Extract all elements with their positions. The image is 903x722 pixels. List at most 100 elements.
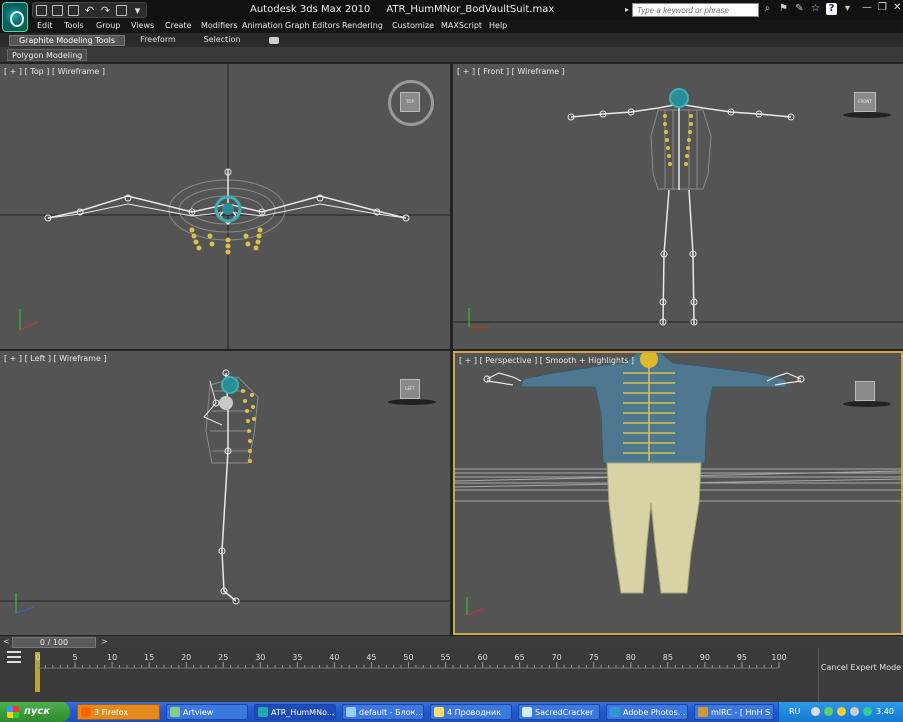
viewcube-left-icon[interactable]: LEFT bbox=[388, 379, 436, 405]
viewcube-top-icon[interactable]: TOP bbox=[388, 80, 434, 126]
task-3dsmax[interactable]: ATR_HumMNo... bbox=[254, 704, 336, 720]
menu-views[interactable]: Views bbox=[131, 21, 154, 30]
star-icon[interactable]: ☆ bbox=[810, 3, 821, 15]
frame-tick-label: 35 bbox=[292, 653, 302, 662]
viewcube-perspective-icon[interactable] bbox=[843, 381, 891, 407]
viewport-perspective[interactable]: [ + ] [ Perspective ] [ Smooth + Highlig… bbox=[453, 351, 903, 635]
tab-selection[interactable]: Selection bbox=[196, 35, 248, 46]
help-chevron-icon[interactable]: ▾ bbox=[842, 3, 853, 15]
time-slider-next-icon[interactable]: > bbox=[101, 637, 108, 646]
frame-tick-label: 100 bbox=[771, 653, 786, 662]
viewcube-front-icon[interactable]: FRONT bbox=[843, 92, 891, 118]
menu-modifiers[interactable]: Modifiers bbox=[201, 21, 238, 30]
viewport-left[interactable]: [ + ] [ Left ] [ Wireframe ] LEFT bbox=[0, 351, 450, 635]
menu-tools[interactable]: Tools bbox=[64, 21, 84, 30]
top-view-scene bbox=[0, 64, 450, 349]
tray-icon-2[interactable] bbox=[824, 707, 833, 716]
save-file-icon[interactable] bbox=[68, 4, 79, 16]
help-icon[interactable]: ? bbox=[826, 3, 837, 15]
panel-polygon-modeling[interactable]: Polygon Modeling bbox=[7, 49, 88, 61]
viewport-front[interactable]: [ + ] [ Front ] [ Wireframe ] FRONT bbox=[453, 64, 903, 349]
menu-maxscript[interactable]: MAXScript bbox=[441, 21, 482, 30]
menu-help[interactable]: Help bbox=[489, 21, 507, 30]
task-artview[interactable]: Artview bbox=[166, 704, 248, 720]
frame-tick-label: 85 bbox=[663, 653, 673, 662]
photoshop-icon bbox=[610, 707, 620, 717]
viewport-label-top[interactable]: [ + ] [ Top ] [ Wireframe ] bbox=[4, 67, 105, 76]
frame-tick-label: 30 bbox=[255, 653, 265, 662]
communication-icon[interactable]: ⚑ bbox=[778, 3, 789, 15]
app-name: Autodesk 3ds Max 2010 bbox=[250, 4, 371, 15]
left-view-buttons bbox=[241, 389, 256, 463]
binoculars-icon[interactable]: ⌕ bbox=[762, 3, 773, 15]
redo-icon[interactable]: ↷ bbox=[100, 5, 111, 16]
ribbon-minimize-toggle-icon[interactable] bbox=[269, 37, 279, 44]
ribbon-panel: Polygon Modeling bbox=[0, 47, 903, 63]
time-slider-thumb[interactable]: 0 / 100 bbox=[12, 637, 96, 648]
firefox-icon bbox=[81, 707, 91, 717]
task-sacredcracker[interactable]: SacredCracker bbox=[518, 704, 600, 720]
axis-tripod-icon bbox=[19, 309, 39, 331]
tools-icon[interactable]: ✎ bbox=[794, 3, 805, 15]
axis-tripod-icon bbox=[15, 593, 35, 614]
close-button[interactable]: ✕ bbox=[893, 2, 901, 13]
trackbar-ruler: 0 5 10 15 20 25 30 35 40 45 50 55 60 65 70 75 80 85 90 95 10… bbox=[35, 652, 787, 692]
viewport-label-front[interactable]: [ + ] [ Front ] [ Wireframe ] bbox=[457, 67, 565, 76]
tray-icon-4[interactable] bbox=[850, 707, 859, 716]
file-name: ATR_HumMNor_BodVaultSuit.max bbox=[386, 4, 555, 15]
search-input[interactable] bbox=[632, 3, 759, 17]
task-firefox[interactable]: 3 Firefox bbox=[77, 704, 160, 720]
project-folder-icon[interactable] bbox=[116, 4, 127, 16]
axis-tripod-icon bbox=[468, 308, 489, 328]
viewport-label-perspective[interactable]: [ + ] [ Perspective ] [ Smooth + Highlig… bbox=[459, 356, 634, 365]
frame-tick-label: 45 bbox=[366, 653, 376, 662]
task-mirc[interactable]: mIRC - [ HnH S... bbox=[694, 704, 774, 720]
frame-tick-label: 95 bbox=[737, 653, 747, 662]
frame-tick-label: 55 bbox=[440, 653, 450, 662]
tray-icon-1[interactable] bbox=[811, 707, 820, 716]
perspective-scene bbox=[455, 353, 901, 616]
open-file-icon[interactable] bbox=[52, 4, 63, 16]
menu-graph-editors[interactable]: Graph Editors bbox=[285, 21, 340, 30]
viewport-top[interactable]: [ + ] [ Top ] [ Wireframe ] TOP bbox=[0, 64, 450, 349]
cancel-expert-mode-button[interactable]: Cancel Expert Mode bbox=[818, 648, 903, 702]
tab-freeform[interactable]: Freeform bbox=[132, 35, 184, 46]
ribbon-tabs: Graphite Modeling Tools Freeform Selecti… bbox=[0, 33, 903, 47]
time-slider-prev-icon[interactable]: < bbox=[3, 637, 10, 646]
task-notepad[interactable]: default - Блок... bbox=[342, 704, 424, 720]
new-file-icon[interactable] bbox=[36, 4, 47, 16]
minimize-button[interactable]: — bbox=[862, 2, 872, 13]
search-arrow-icon[interactable]: ▸ bbox=[625, 5, 629, 14]
menu-create[interactable]: Create bbox=[165, 21, 192, 30]
undo-icon[interactable]: ↶ bbox=[84, 5, 95, 16]
frame-tick-label: 15 bbox=[144, 653, 154, 662]
start-button[interactable]: пуск bbox=[0, 702, 70, 722]
frame-tick-label: 65 bbox=[515, 653, 525, 662]
menu-animation[interactable]: Animation bbox=[242, 21, 283, 30]
artview-icon bbox=[170, 707, 180, 717]
menu-rendering[interactable]: Rendering bbox=[342, 21, 383, 30]
time-slider[interactable]: < 0 / 100 > bbox=[0, 635, 903, 648]
sacredcracker-icon bbox=[522, 707, 532, 717]
menu-edit[interactable]: Edit bbox=[37, 21, 53, 30]
language-indicator[interactable]: RU bbox=[789, 707, 800, 716]
system-tray: RU 3:40 bbox=[778, 702, 903, 722]
frame-tick-label: 40 bbox=[329, 653, 339, 662]
menu-customize[interactable]: Customize bbox=[392, 21, 434, 30]
tray-icon-5[interactable] bbox=[863, 707, 872, 716]
task-photoshop[interactable]: Adobe Photos... bbox=[606, 704, 688, 720]
app-logo-icon[interactable] bbox=[2, 2, 28, 32]
tab-graphite-modeling-tools[interactable]: Graphite Modeling Tools bbox=[9, 35, 125, 46]
trackbar[interactable]: 0 5 10 15 20 25 30 35 40 45 50 55 60 65 70 75 80 85 90 95 10… bbox=[0, 648, 818, 702]
viewport-label-left[interactable]: [ + ] [ Left ] [ Wireframe ] bbox=[4, 354, 107, 363]
title-bar: ↶ ↷ ▾ Autodesk 3ds Max 2010 ATR_HumMNor_B… bbox=[0, 0, 903, 20]
tray-icon-3[interactable] bbox=[837, 707, 846, 716]
viewport-area: [ + ] [ Top ] [ Wireframe ] TOP [+] [… bbox=[0, 63, 903, 635]
frame-tick-label: 20 bbox=[181, 653, 191, 662]
menu-group[interactable]: Group bbox=[96, 21, 120, 30]
restore-button[interactable]: ❐ bbox=[878, 2, 887, 13]
frame-tick-label: 60 bbox=[478, 653, 488, 662]
frame-tick-label: 75 bbox=[589, 653, 599, 662]
task-explorer[interactable]: 4 Проводник bbox=[430, 704, 512, 720]
chevron-down-icon[interactable]: ▾ bbox=[132, 5, 143, 16]
